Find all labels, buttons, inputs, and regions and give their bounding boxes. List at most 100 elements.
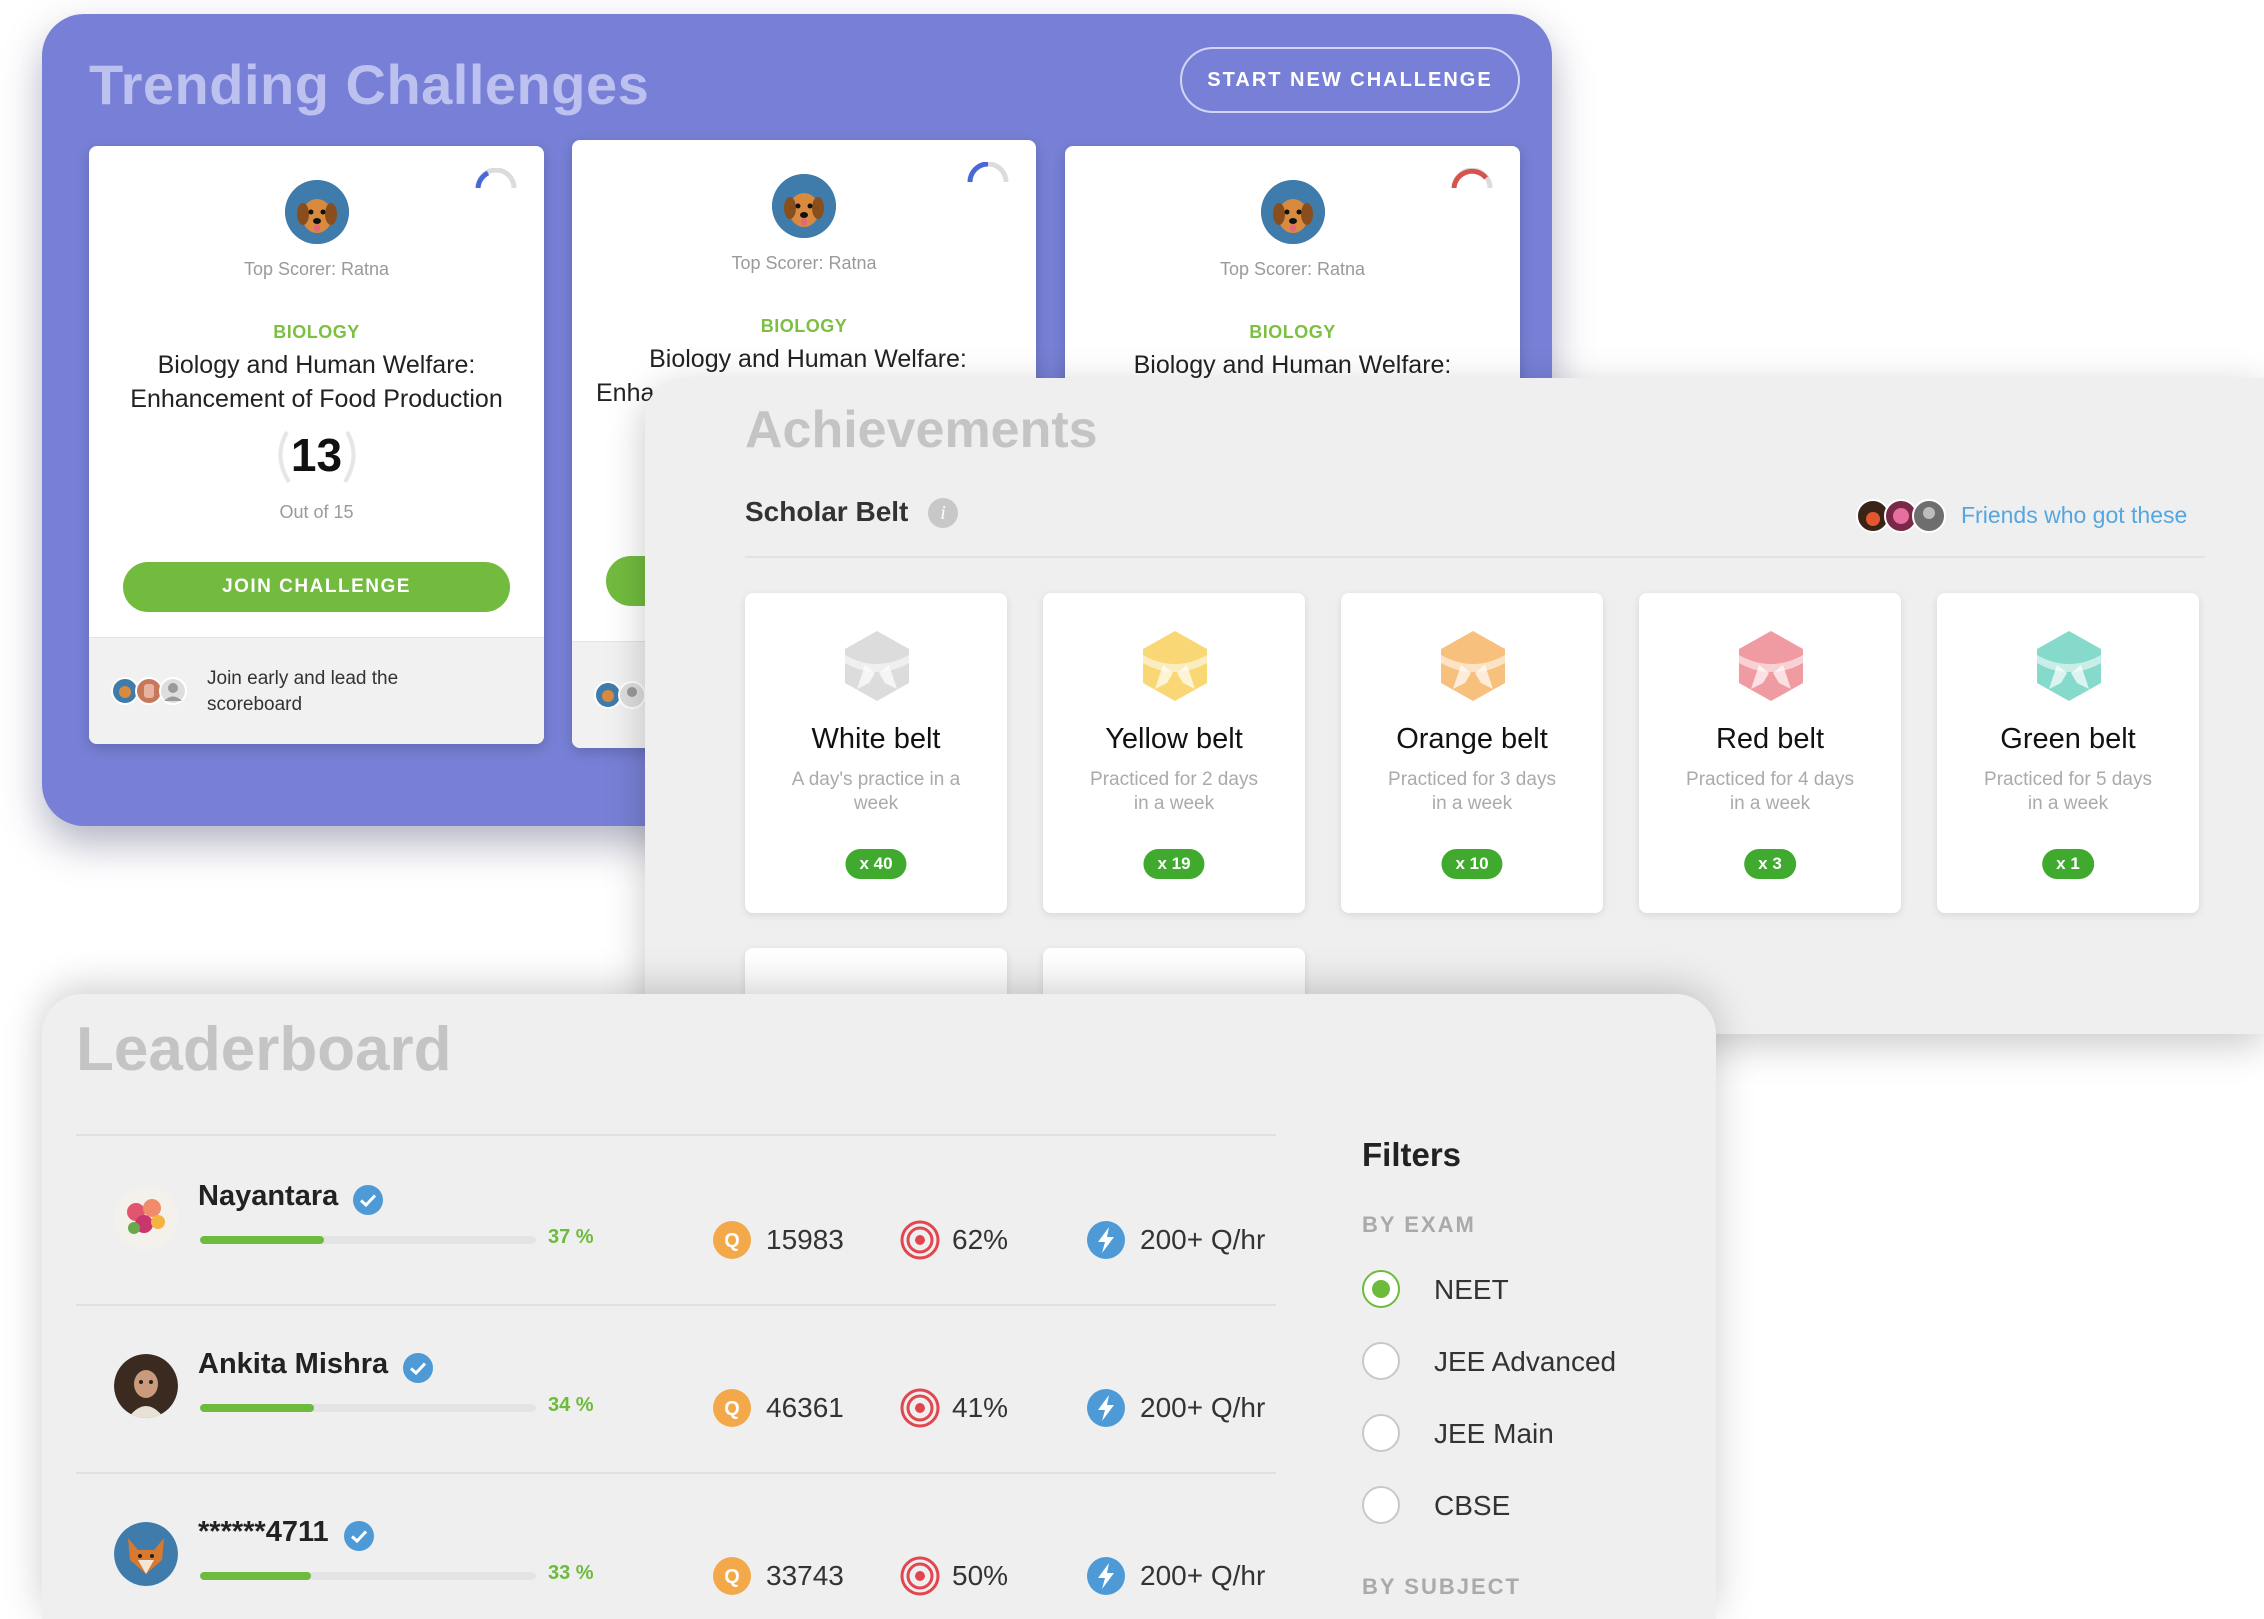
accuracy-target-icon xyxy=(900,1220,940,1260)
svg-text:Q: Q xyxy=(724,1230,740,1252)
belt-count-badge: x 1 xyxy=(2042,849,2094,879)
challenge-title-line: Biology and Human Welfare: xyxy=(1133,351,1452,379)
challenge-footer-text: Join early and lead the scoreboard xyxy=(207,666,437,718)
orange-belt-icon xyxy=(1441,631,1505,701)
yellow-belt-icon xyxy=(1143,631,1207,701)
achievements-title: Achievements xyxy=(745,401,1098,459)
challenge-card[interactable]: Top Scorer: Ratna BIOLOGY Biology and Hu… xyxy=(89,146,544,744)
achievements-panel: Achievements Scholar Belt i Friends who … xyxy=(645,378,2264,1034)
flower-avatar-icon xyxy=(114,1186,178,1250)
user-name[interactable]: ******4711 xyxy=(198,1516,329,1549)
belt-count-badge: x 10 xyxy=(1441,849,1503,879)
questions-count: 15983 xyxy=(766,1224,844,1255)
accuracy-value: 41% xyxy=(952,1392,1009,1423)
accuracy-target-icon xyxy=(900,1388,940,1428)
filter-group-label: BY SUBJECT xyxy=(1362,1574,1521,1599)
belt-name: Red belt xyxy=(1715,723,1824,755)
radio-button[interactable] xyxy=(1362,1486,1400,1524)
speed-bolt-icon xyxy=(1087,1221,1125,1259)
belt-description: Practiced for 2 days in a week xyxy=(1073,768,1275,816)
challenge-card-footer: Join early and lead the scoreboard xyxy=(89,637,544,744)
verified-icon xyxy=(344,1521,374,1551)
friends-avatars-icon xyxy=(1856,499,1946,533)
join-challenge-button[interactable]: JOIN CHALLENGE xyxy=(123,562,510,612)
speed-value: 200+ Q/hr xyxy=(1140,1392,1266,1423)
divider xyxy=(745,556,2205,558)
belt-description-line: in a week xyxy=(1729,793,1811,814)
user-avatar xyxy=(114,1186,178,1250)
challenge-title-line: Enhancement of Food Production xyxy=(130,385,503,413)
leaderboard-row[interactable]: Ankita Mishra 34 % Q 46361 41% 200+ Q/hr xyxy=(76,1304,1276,1474)
belt-description-line: Practiced for 4 days xyxy=(1686,769,1854,790)
questions-icon: Q xyxy=(713,1557,751,1595)
top-scorer-label: Top Scorer: Ratna xyxy=(731,253,877,273)
belt-description-line: week xyxy=(853,793,899,814)
progress-percent: 33 % xyxy=(548,1562,594,1584)
belt-name: Green belt xyxy=(2000,723,2136,755)
challenge-title-line: Biology and Human Welfare: xyxy=(649,345,967,373)
verified-icon xyxy=(353,1185,383,1215)
belt-card[interactable]: Green belt Practiced for 5 days in a week x… xyxy=(1937,593,2199,913)
friends-who-got-these-link[interactable]: Friends who got these xyxy=(1961,502,2187,529)
info-icon[interactable]: i xyxy=(928,498,958,528)
belt-card[interactable]: Orange belt Practiced for 3 days in a week… xyxy=(1341,593,1603,913)
exam-option-label: JEE Main xyxy=(1434,1418,1554,1449)
leaderboard-row[interactable]: ******4711 33 % Q 33743 50% 200+ Q/hr xyxy=(76,1472,1276,1619)
radio-button[interactable] xyxy=(1362,1342,1400,1380)
filters-title: Filters xyxy=(1362,1136,1462,1173)
user-avatar xyxy=(114,1354,178,1418)
user-name[interactable]: Ankita Mishra xyxy=(198,1348,388,1381)
belt-description-line: Practiced for 2 days xyxy=(1090,769,1258,790)
exam-option-label: CBSE xyxy=(1434,1490,1511,1521)
belt-count-badge: x 19 xyxy=(1143,849,1205,879)
start-new-challenge-button[interactable]: START NEW CHALLENGE xyxy=(1180,47,1520,113)
participant-avatars-icon xyxy=(111,677,187,705)
progress-bar xyxy=(200,1572,536,1580)
belt-description-line: Practiced for 3 days xyxy=(1388,769,1556,790)
accuracy-value: 62% xyxy=(952,1224,1009,1255)
svg-text:Q: Q xyxy=(724,1566,740,1588)
speed-value: 200+ Q/hr xyxy=(1140,1560,1266,1591)
challenge-subject: BIOLOGY xyxy=(1249,322,1336,342)
trending-title: Trending Challenges xyxy=(89,53,650,116)
verified-icon xyxy=(403,1353,433,1383)
difficulty-gauge-icon xyxy=(967,162,1009,183)
top-scorer-label: Top Scorer: Ratna xyxy=(1219,259,1366,279)
challenge-title: Biology and Human Welfare: xyxy=(1081,348,1504,382)
questions-icon: Q xyxy=(713,1221,751,1259)
scholar-belt-heading: Scholar Belt xyxy=(745,496,909,527)
speed-value: 200+ Q/hr xyxy=(1140,1224,1266,1255)
radio-button[interactable] xyxy=(1362,1414,1400,1452)
top-scorer-avatar xyxy=(1260,180,1325,244)
belt-count-badge: x 3 xyxy=(1744,849,1796,879)
top-scorer-avatar xyxy=(772,174,836,238)
leaderboard-row[interactable]: Nayantara 37 % Q 15983 62% 200+ Q/hr xyxy=(76,1136,1276,1306)
belt-card[interactable]: Yellow belt Practiced for 2 days in a week… xyxy=(1043,593,1305,913)
fox-avatar-icon xyxy=(114,1522,178,1586)
questions-count: 46361 xyxy=(766,1392,844,1423)
belt-card[interactable]: White belt A day's practice in a week x 40 xyxy=(745,593,1007,913)
belt-description: A day's practice in a week xyxy=(775,768,977,816)
belt-description-line: in a week xyxy=(1133,793,1215,814)
questions-count: 33743 xyxy=(766,1560,844,1591)
accuracy-value: 50% xyxy=(952,1560,1009,1591)
progress-bar-fill xyxy=(200,1404,315,1412)
leaderboard-panel: Leaderboard Nayantara 37 % Q 15983 62% 2… xyxy=(42,994,1716,1619)
top-scorer-avatar xyxy=(284,180,349,244)
progress-bar-fill xyxy=(200,1236,325,1244)
challenge-footer-line: scoreboard xyxy=(207,694,303,715)
challenge-footer-line: Join early and lead the xyxy=(207,668,399,689)
radio-button[interactable] xyxy=(1362,1270,1400,1308)
belt-card[interactable]: Red belt Practiced for 4 days in a week x 3 xyxy=(1639,593,1901,913)
belt-description: Practiced for 3 days in a week xyxy=(1371,768,1573,816)
exam-option-label: JEE Advanced xyxy=(1434,1346,1617,1377)
progress-bar xyxy=(200,1236,536,1244)
belt-description-line: A day's practice in a xyxy=(791,769,961,790)
challenge-subject: BIOLOGY xyxy=(273,322,360,342)
progress-percent: 37 % xyxy=(548,1226,594,1248)
belt-description-line: in a week xyxy=(1431,793,1513,814)
belt-description: Practiced for 4 days in a week xyxy=(1669,768,1871,816)
belt-count-badge: x 40 xyxy=(845,849,907,879)
challenge-score: 13 xyxy=(290,429,343,481)
user-name[interactable]: Nayantara xyxy=(198,1180,338,1213)
